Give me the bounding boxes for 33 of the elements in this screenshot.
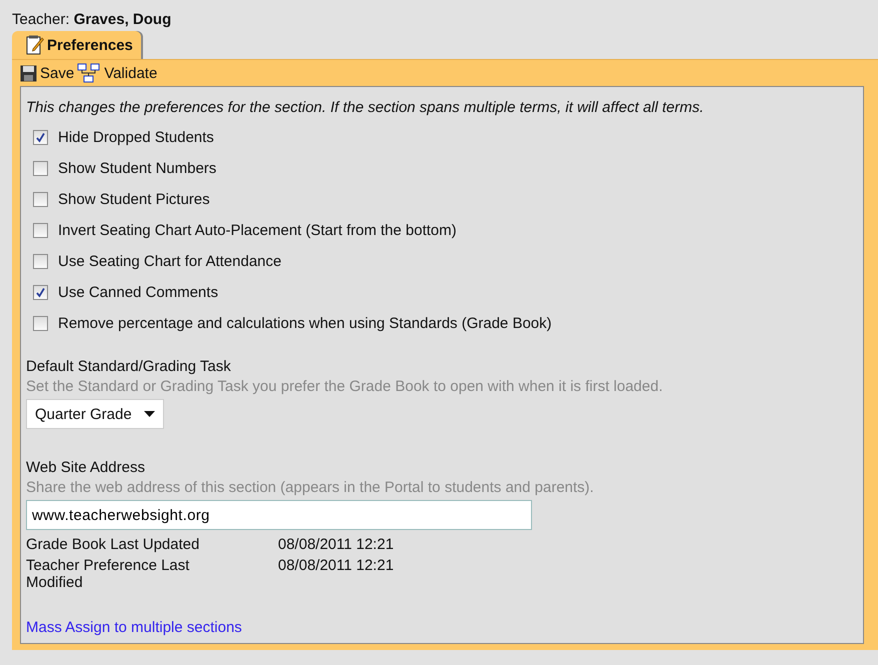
validate-button[interactable]: Validate — [77, 63, 158, 83]
checkbox[interactable] — [33, 285, 48, 300]
checkbox-label: Hide Dropped Students — [58, 129, 214, 146]
network-icon — [77, 63, 102, 83]
save-button[interactable]: Save — [20, 64, 74, 82]
teacher-name: Teacher: Graves, Doug — [12, 11, 172, 28]
checkbox[interactable] — [33, 316, 48, 331]
field-hint: Share the web address of this section (appears in the Portal to students and parents). — [26, 479, 595, 496]
caret-icon — [144, 411, 155, 417]
info-value: 08/08/2011 12:21 — [278, 557, 395, 576]
info-label: Teacher Preference Last Modified — [26, 557, 190, 591]
mass-assign-link[interactable]: Mass Assign to multiple sections — [26, 619, 242, 636]
checkbox[interactable] — [33, 161, 48, 176]
checkbox[interactable] — [33, 130, 48, 145]
checkbox[interactable] — [33, 254, 48, 269]
grading-task-dropdown[interactable]: Quarter Grade — [26, 399, 164, 429]
checkbox-label: Show Student Numbers — [58, 160, 216, 177]
checkbox[interactable] — [33, 192, 48, 207]
checkbox-label: Show Student Pictures — [58, 191, 210, 208]
field-hint: Set the Standard or Grading Task you prefer the Grade Book to open with when it is first loaded. — [26, 378, 664, 395]
website-input[interactable]: www.teacherwebsight.org — [26, 500, 532, 530]
checkbox-label: Invert Seating Chart Auto-Placement (Start from the bottom) — [58, 222, 457, 239]
info-label: Grade Book Last Updated — [26, 536, 200, 553]
checkbox[interactable] — [33, 223, 48, 238]
info-value: 08/08/2011 12:21 — [278, 536, 395, 553]
checkbox-label: Use Canned Comments — [58, 284, 218, 301]
field-label: Default Standard/Grading Task — [26, 358, 232, 375]
notepad-icon — [26, 35, 44, 55]
intro-text: This changes the preferences for the section. If the section spans multiple terms, it will affect all terms. — [26, 99, 705, 116]
checkbox-label: Remove percentage and calculations when using Standards (Grade Book) — [58, 315, 552, 332]
preferences-tab[interactable]: Preferences — [12, 31, 141, 59]
checkbox-label: Use Seating Chart for Attendance — [58, 253, 282, 270]
field-label: Web Site Address — [26, 459, 146, 476]
